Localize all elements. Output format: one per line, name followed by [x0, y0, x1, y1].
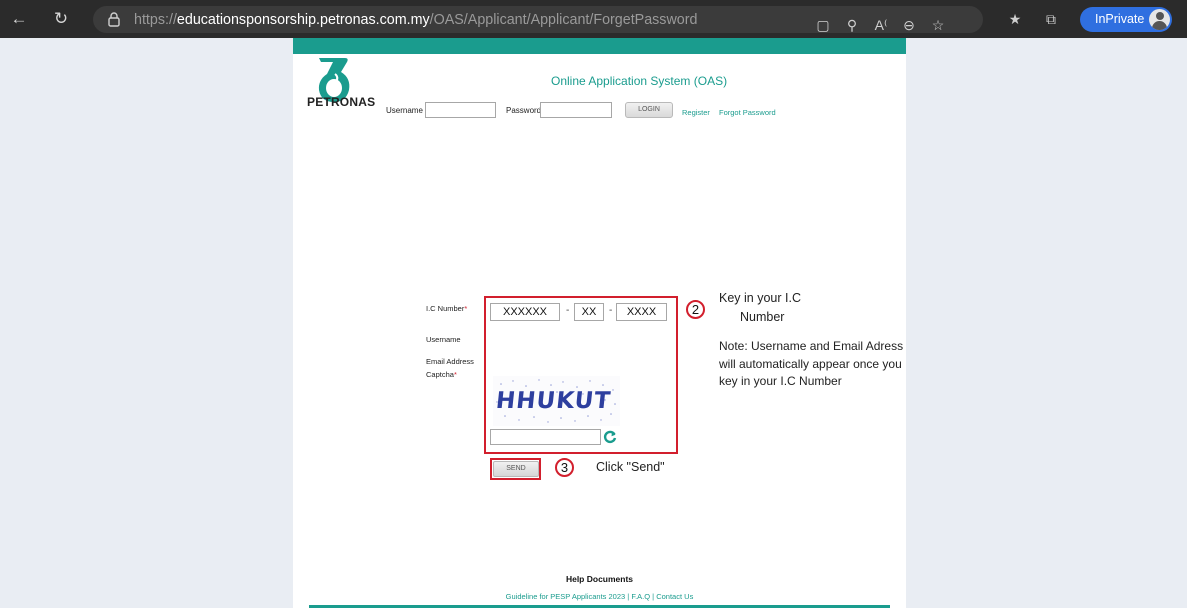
- page-background: PETRONAS Online Application System (OAS)…: [0, 38, 1187, 608]
- send-button[interactable]: SEND: [493, 461, 539, 477]
- captcha-refresh-icon[interactable]: [603, 430, 617, 444]
- captcha-image: HHUKUT: [493, 376, 620, 426]
- required-mark: *: [453, 370, 457, 379]
- username-field-label: Username: [426, 335, 461, 344]
- step-2-text-line1: Key in your I.C: [719, 291, 801, 305]
- back-icon[interactable]: ←: [9, 9, 29, 29]
- help-documents-title: Help Documents: [565, 574, 634, 584]
- password-label: Password: [506, 106, 542, 115]
- forgot-password-link[interactable]: Forgot Password: [719, 108, 776, 117]
- url-text: https://educationsponsorship.petronas.co…: [134, 12, 697, 28]
- required-mark: *: [464, 304, 468, 313]
- guideline-link[interactable]: Guideline for PESP Applicants 2023: [506, 592, 626, 601]
- captcha-input[interactable]: [490, 429, 601, 445]
- shop-icon[interactable]: ▢: [813, 15, 833, 35]
- help-links: Guideline for PESP Applicants 2023 | F.A…: [293, 592, 906, 601]
- top-bar: [293, 38, 906, 54]
- captcha-text: HHUKUT: [494, 388, 613, 414]
- captcha-label-text: Captcha: [426, 370, 454, 379]
- address-bar[interactable]: https://educationsponsorship.petronas.co…: [93, 6, 983, 33]
- ic-number-part1[interactable]: XXXXXX: [490, 303, 560, 321]
- ic-number-label-text: I.C Number: [426, 304, 465, 313]
- username-label: Username: [386, 106, 423, 115]
- step-3-text: Click "Send": [596, 460, 665, 474]
- note-line3: key in your I.C Number: [719, 374, 842, 388]
- ic-number-label: I.C Number*: [426, 304, 467, 313]
- page-title: Online Application System (OAS): [551, 74, 728, 88]
- step-3-marker: 3: [555, 458, 574, 477]
- refresh-icon[interactable]: ↻: [51, 9, 71, 29]
- email-field-label: Email Address: [426, 357, 474, 366]
- key-icon[interactable]: ⚲: [842, 15, 862, 35]
- register-link[interactable]: Register: [682, 108, 710, 117]
- browser-toolbar: ← ↻ https://educationsponsorship.petrona…: [0, 0, 1187, 38]
- lock-icon: [108, 12, 120, 27]
- zoom-out-icon[interactable]: ⊖: [899, 15, 919, 35]
- profile-avatar-icon: [1149, 9, 1170, 30]
- inprivate-button[interactable]: InPrivate: [1080, 7, 1172, 32]
- step-2-marker: 2: [686, 300, 705, 319]
- url-host: educationsponsorship.petronas.com.my: [176, 12, 430, 28]
- contact-us-link[interactable]: Contact Us: [656, 592, 693, 601]
- ic-separator: -: [609, 305, 613, 316]
- ic-separator: -: [566, 305, 570, 316]
- faq-link[interactable]: F.A.Q: [631, 592, 650, 601]
- url-scheme: https://: [134, 12, 177, 28]
- step-2-text-line2: Number: [740, 310, 785, 324]
- favorites-icon[interactable]: ★: [1005, 9, 1025, 29]
- login-button[interactable]: LOGIN: [625, 102, 673, 118]
- read-aloud-icon[interactable]: A⁽: [871, 15, 891, 35]
- main-content: PETRONAS Online Application System (OAS)…: [293, 38, 906, 608]
- login-password-input[interactable]: [540, 102, 612, 118]
- logo-text: PETRONAS: [307, 95, 376, 109]
- ic-number-part2[interactable]: XX: [574, 303, 604, 321]
- login-username-input[interactable]: [425, 102, 496, 118]
- captcha-label: Captcha*: [426, 370, 457, 379]
- url-path: /OAS/Applicant/Applicant/ForgetPassword: [429, 12, 698, 28]
- note-line1: Note: Username and Email Adress: [719, 339, 904, 353]
- note-line2: will automatically appear once you: [719, 357, 902, 371]
- ic-number-part3[interactable]: XXXX: [616, 303, 667, 321]
- collections-icon[interactable]: ⧉: [1041, 9, 1061, 29]
- inprivate-label: InPrivate: [1095, 12, 1145, 26]
- add-favorite-icon[interactable]: ☆: [928, 15, 948, 35]
